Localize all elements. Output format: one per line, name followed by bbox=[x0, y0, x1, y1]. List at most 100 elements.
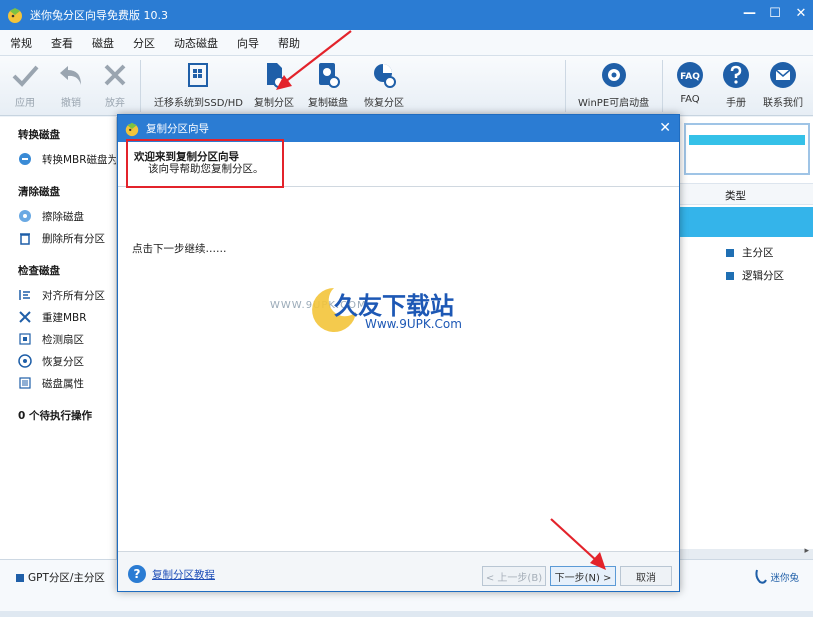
title-bar: 迷你兔分区向导免费版 10.3 — ☐ ✕ bbox=[0, 0, 813, 30]
copy-partition-label: 复制分区 bbox=[254, 98, 294, 109]
action-sidebar: 转换磁盘 转换MBR磁盘为GPT 清除磁盘 擦除磁盘 删除所有分区 检查磁盘 对… bbox=[0, 117, 117, 559]
migrate-os-label: 迁移系统到SSD/HD bbox=[154, 98, 243, 109]
menu-wizard[interactable]: 向导 bbox=[237, 35, 259, 51]
cancel-button[interactable]: 取消 bbox=[620, 566, 672, 586]
help-icon[interactable]: ? bbox=[128, 565, 146, 583]
legend-logical: 逻辑分区 bbox=[726, 268, 784, 283]
manual-label: 手册 bbox=[726, 98, 746, 109]
sidebar-item-disk-properties[interactable]: 磁盘属性 bbox=[0, 372, 116, 394]
bottom-border bbox=[0, 611, 813, 617]
contact-label: 联系我们 bbox=[763, 98, 803, 109]
toolbar-separator bbox=[565, 60, 566, 112]
recover-partition-label: 恢复分区 bbox=[364, 98, 404, 109]
undo-button[interactable]: 撤销 bbox=[56, 60, 86, 109]
legend-primary: 主分区 bbox=[726, 245, 774, 260]
group-clean-disk: 清除磁盘 bbox=[18, 186, 60, 198]
menu-dynamic-disk[interactable]: 动态磁盘 bbox=[174, 35, 218, 51]
dialog-title: 复制分区向导 bbox=[146, 123, 209, 135]
close-button[interactable]: ✕ bbox=[795, 6, 807, 21]
recover-partition-icon bbox=[374, 64, 396, 88]
manual-button[interactable]: 手册 bbox=[721, 60, 751, 109]
dialog-title-bar: 复制分区向导 ✕ bbox=[118, 115, 679, 142]
copy-disk-label: 复制磁盘 bbox=[308, 98, 348, 109]
sidebar-item-delete-all-partitions[interactable]: 删除所有分区 bbox=[0, 227, 116, 249]
sidebar-item-align-partitions[interactable]: 对齐所有分区 bbox=[0, 284, 116, 306]
discard-button[interactable]: 放弃 bbox=[100, 60, 130, 109]
apply-button[interactable]: 应用 bbox=[10, 60, 40, 109]
checkmark-icon bbox=[12, 65, 39, 87]
window-title: 迷你兔分区向导免费版 10.3 bbox=[30, 9, 168, 22]
partition-fill bbox=[689, 135, 805, 145]
properties-icon bbox=[19, 377, 31, 389]
sidebar-item-wipe-disk[interactable]: 擦除磁盘 bbox=[0, 205, 116, 227]
group-check-disk: 检查磁盘 bbox=[18, 265, 60, 277]
windows-migrate-icon bbox=[188, 63, 209, 87]
undo-icon bbox=[60, 66, 81, 85]
maximize-button[interactable]: ☐ bbox=[769, 6, 781, 21]
undo-label: 撤销 bbox=[61, 98, 81, 109]
disk-map-area: 类型 主分区 逻辑分区 ▸ bbox=[680, 117, 813, 559]
group-convert-disk: 转换磁盘 bbox=[18, 129, 60, 141]
winpe-button[interactable]: WinPE可启动盘 bbox=[578, 60, 649, 109]
legend-swatch bbox=[726, 271, 734, 280]
pending-operations: 0 个待执行操作 bbox=[18, 410, 92, 422]
recover-icon bbox=[18, 354, 32, 368]
scroll-right-arrow[interactable]: ▸ bbox=[804, 546, 809, 556]
disk-map-bar[interactable] bbox=[684, 123, 810, 175]
sidebar-item-convert-mbr-gpt[interactable]: 转换MBR磁盘为GPT bbox=[0, 148, 116, 170]
horizontal-scrollbar[interactable]: ▸ bbox=[680, 546, 813, 559]
wrench-icon bbox=[19, 311, 31, 323]
faq-button[interactable]: FAQ FAQ bbox=[675, 60, 705, 105]
menu-bar: 常规 查看 磁盘 分区 动态磁盘 向导 帮助 bbox=[0, 30, 813, 56]
dialog-close-button[interactable]: ✕ bbox=[659, 120, 671, 136]
convert-icon bbox=[19, 153, 31, 165]
apply-label: 应用 bbox=[15, 98, 35, 109]
legend-swatch bbox=[16, 573, 24, 582]
dialog-header: 欢迎来到复制分区向导 该向导帮助您复制分区。 bbox=[118, 142, 679, 187]
back-button[interactable]: < 上一步(B) bbox=[482, 566, 546, 586]
dialog-message: 点击下一步继续…… bbox=[132, 243, 227, 255]
faq-label: FAQ bbox=[680, 94, 700, 105]
align-icon bbox=[19, 290, 30, 300]
legend-swatch bbox=[726, 248, 734, 257]
faq-icon-text: FAQ bbox=[680, 72, 700, 82]
sidebar-item-recover-partition[interactable]: 恢复分区 bbox=[0, 350, 116, 372]
dialog-footer: ? 复制分区教程 < 上一步(B) 下一步(N) > 取消 bbox=[118, 551, 679, 591]
copy-partition-wizard-dialog: 复制分区向导 ✕ 欢迎来到复制分区向导 该向导帮助您复制分区。 点击下一步继续…… bbox=[117, 114, 680, 592]
copy-disk-button[interactable]: 复制磁盘 bbox=[308, 60, 348, 109]
menu-general[interactable]: 常规 bbox=[10, 35, 32, 51]
selected-partition-row[interactable] bbox=[680, 207, 813, 237]
tutorial-link[interactable]: 复制分区教程 bbox=[152, 567, 215, 582]
menu-partition[interactable]: 分区 bbox=[133, 35, 155, 51]
menu-disk[interactable]: 磁盘 bbox=[92, 35, 114, 51]
bootable-disc-icon bbox=[601, 63, 626, 87]
sidebar-item-rebuild-mbr[interactable]: 重建MBR bbox=[0, 306, 116, 328]
dialog-subheading: 该向导帮助您复制分区。 bbox=[148, 163, 264, 175]
trash-icon bbox=[20, 233, 30, 245]
migrate-os-button[interactable]: 迁移系统到SSD/HD bbox=[154, 60, 243, 109]
contact-button[interactable]: 联系我们 bbox=[763, 60, 803, 109]
app-logo-icon bbox=[125, 122, 139, 136]
toolbar-separator bbox=[662, 60, 663, 112]
brand-rabbit-icon bbox=[755, 569, 768, 584]
app-logo-icon bbox=[8, 8, 22, 23]
winpe-label: WinPE可启动盘 bbox=[578, 98, 650, 109]
next-button[interactable]: 下一步(N) > bbox=[550, 566, 616, 586]
brand-logo: 迷你兔 bbox=[752, 568, 799, 586]
status-legend: GPT分区/主分区 bbox=[16, 570, 105, 585]
wipe-disk-icon bbox=[19, 210, 31, 222]
sidebar-item-surface-test[interactable]: 检测扇区 bbox=[0, 328, 116, 350]
mail-icon bbox=[770, 62, 796, 88]
toolbar-separator bbox=[140, 60, 141, 112]
menu-help[interactable]: 帮助 bbox=[278, 35, 300, 51]
copy-disk-icon bbox=[319, 63, 340, 88]
column-type[interactable]: 类型 bbox=[725, 188, 746, 203]
x-icon bbox=[104, 64, 126, 86]
help-question-icon bbox=[723, 62, 749, 88]
minimize-button[interactable]: — bbox=[743, 6, 756, 21]
toolbar: 应用 撤销 放弃 迁移系统到SSD/HD 复制分区 复制磁盘 恢复分区 WinP… bbox=[0, 56, 813, 116]
menu-view[interactable]: 查看 bbox=[51, 35, 73, 51]
copy-partition-button[interactable]: 复制分区 bbox=[254, 60, 294, 109]
recover-partition-button[interactable]: 恢复分区 bbox=[364, 60, 404, 109]
surface-test-icon bbox=[19, 333, 31, 345]
